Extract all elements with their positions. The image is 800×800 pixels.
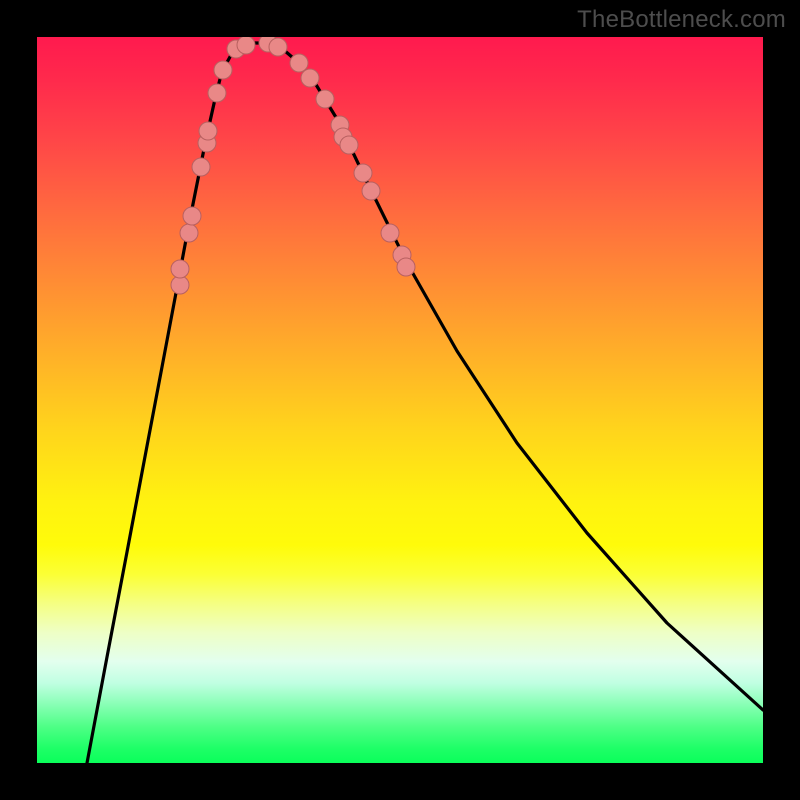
data-marker — [171, 276, 189, 294]
data-marker — [180, 224, 198, 242]
data-marker — [237, 37, 255, 54]
chart-svg — [37, 37, 763, 763]
bottleneck-curve — [87, 43, 763, 763]
chart-plot-area — [37, 37, 763, 763]
data-marker — [316, 90, 334, 108]
data-marker — [199, 122, 217, 140]
data-marker — [214, 61, 232, 79]
data-marker — [381, 224, 399, 242]
data-marker — [183, 207, 201, 225]
data-markers-group — [171, 37, 415, 294]
data-marker — [397, 258, 415, 276]
data-marker — [354, 164, 372, 182]
watermark-text: TheBottleneck.com — [577, 6, 786, 34]
data-marker — [362, 182, 380, 200]
data-marker — [208, 84, 226, 102]
chart-outer-frame: TheBottleneck.com — [0, 0, 800, 800]
data-marker — [340, 136, 358, 154]
data-marker — [301, 69, 319, 87]
data-marker — [290, 54, 308, 72]
data-marker — [269, 38, 287, 56]
data-marker — [192, 158, 210, 176]
data-marker — [171, 260, 189, 278]
